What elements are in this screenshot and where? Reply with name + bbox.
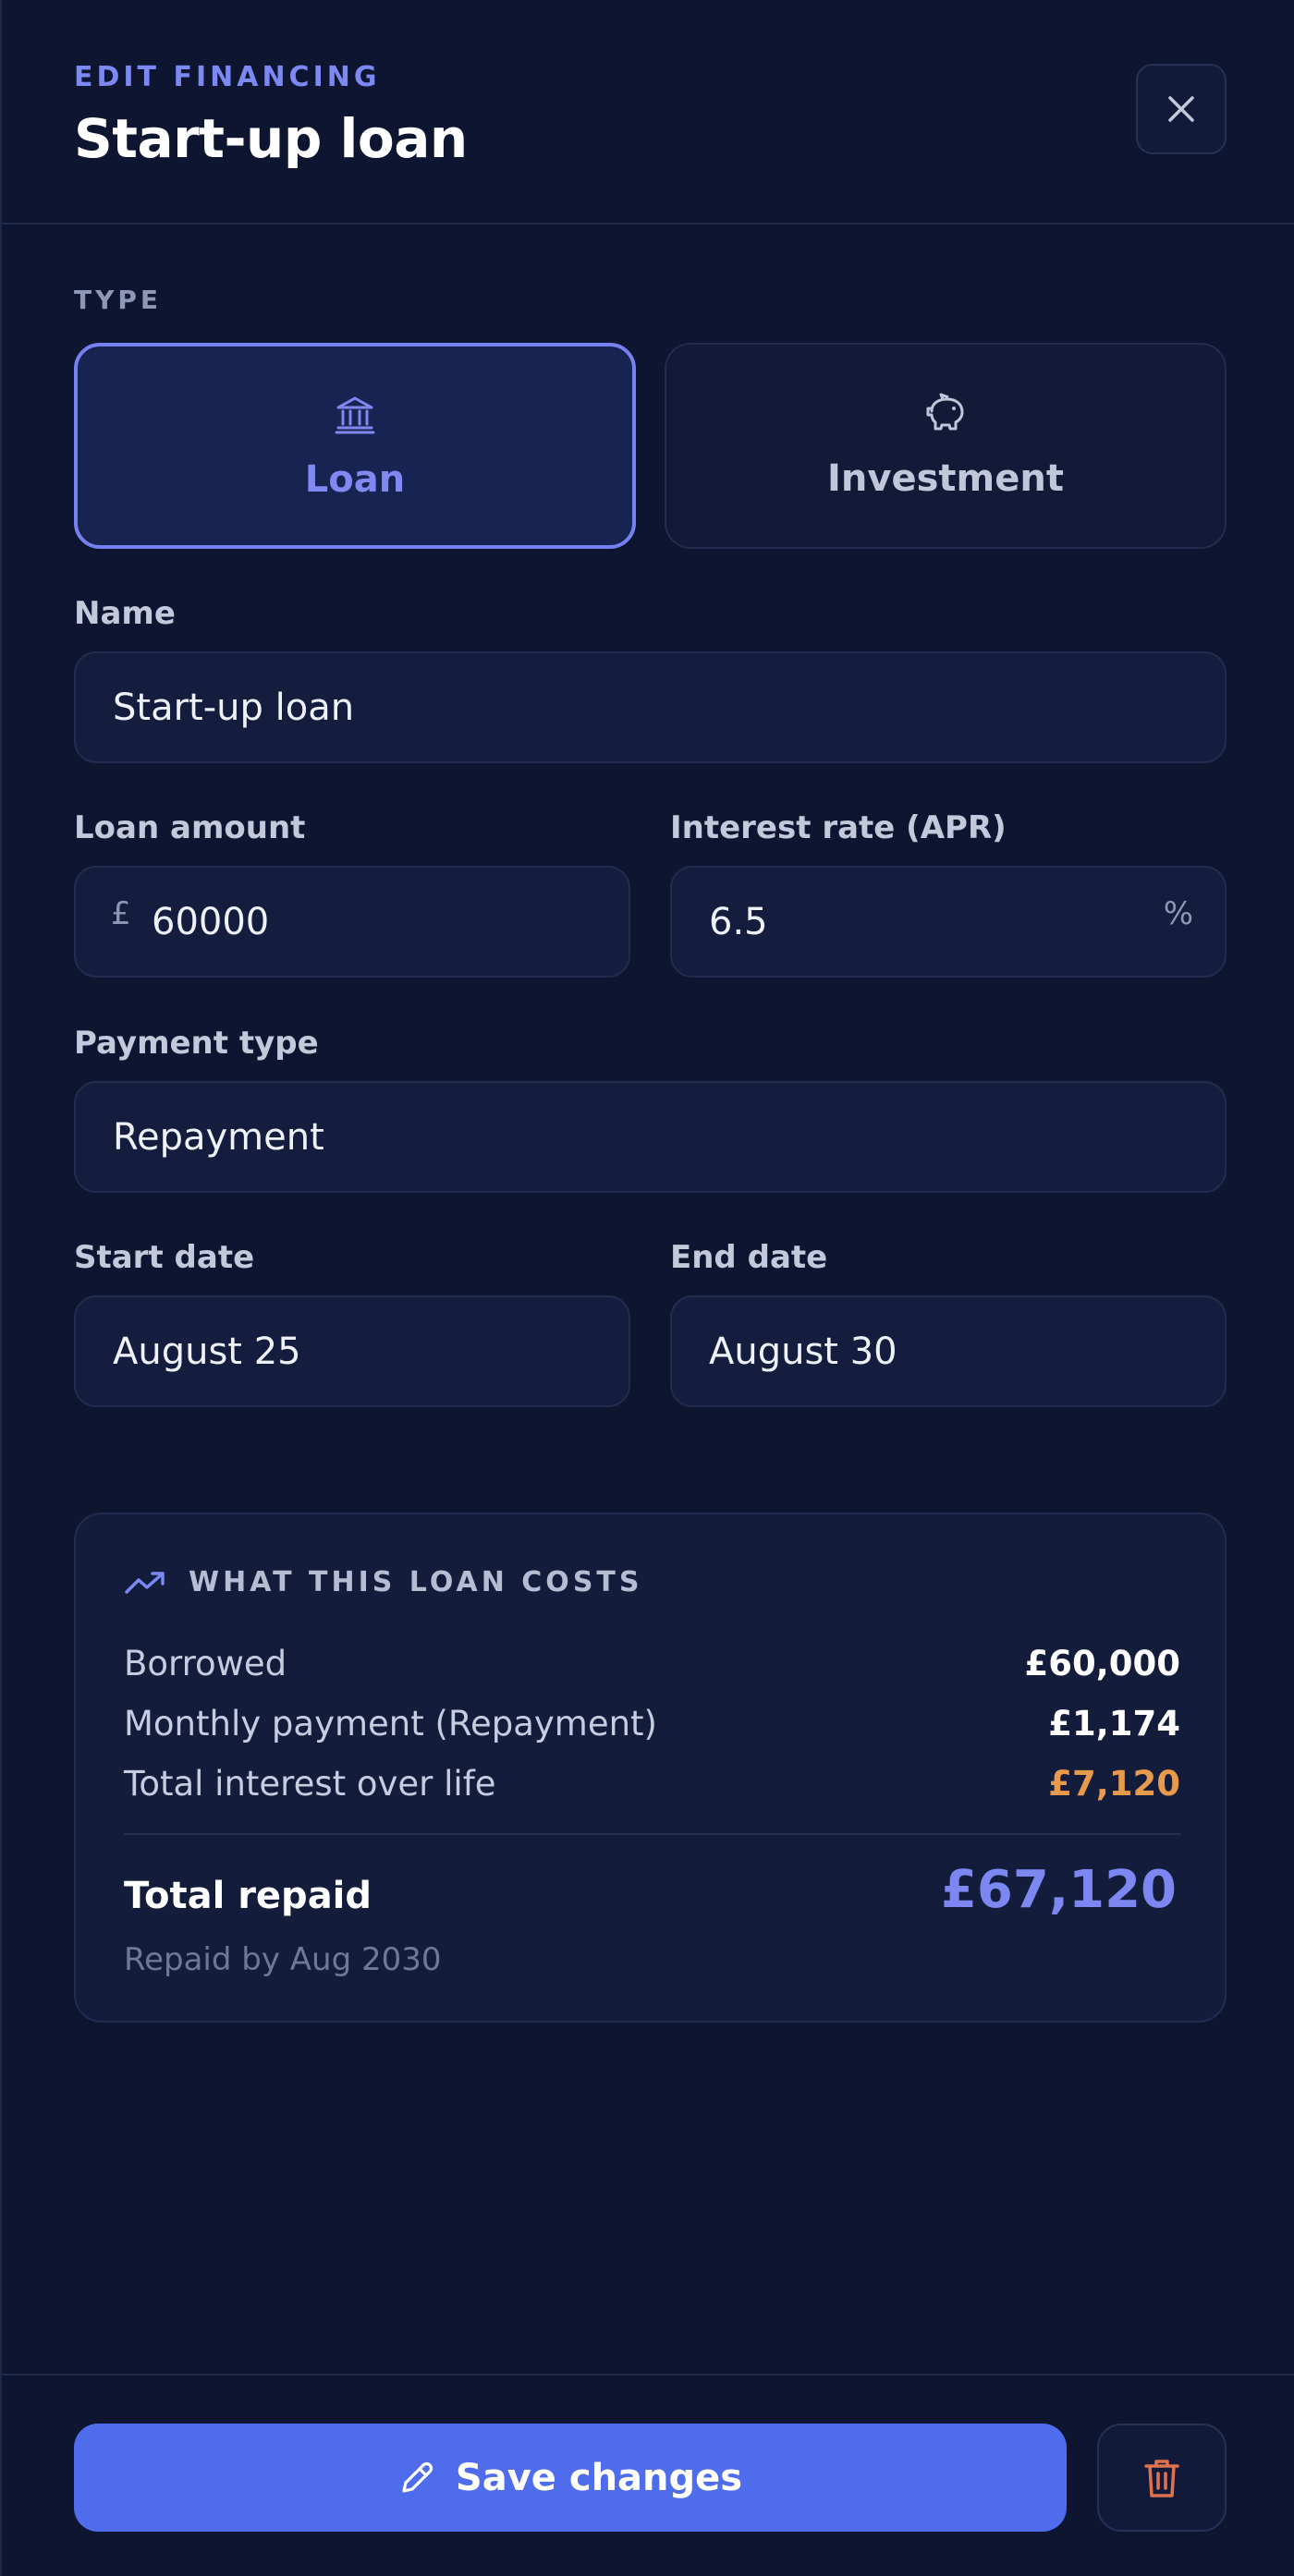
- trending-up-icon: [125, 1571, 165, 1594]
- loan-cost-summary: WHAT THIS LOAN COSTS Borrowed £60,000 Mo…: [74, 1513, 1227, 2023]
- start-date-label: Start date: [74, 1239, 255, 1276]
- total-repaid-label: Total repaid: [124, 1875, 372, 1917]
- close-button[interactable]: [1136, 64, 1227, 154]
- name-input[interactable]: Start-up loan: [74, 651, 1227, 763]
- panel-eyebrow: EDIT FINANCING: [74, 61, 381, 93]
- interest-rate-input[interactable]: 6.5 %: [670, 866, 1227, 978]
- interest-rate-label: Interest rate (APR): [670, 809, 1007, 846]
- summary-row-value: £1,174: [1048, 1704, 1180, 1744]
- type-option-investment[interactable]: Investment: [665, 343, 1227, 549]
- save-changes-button[interactable]: Save changes: [74, 2424, 1067, 2532]
- close-icon: [1168, 96, 1194, 122]
- start-date-input[interactable]: August 25: [74, 1295, 630, 1407]
- summary-row-value: £60,000: [1024, 1644, 1180, 1683]
- save-changes-label: Save changes: [455, 2456, 743, 2499]
- end-date-value: August 30: [709, 1330, 897, 1373]
- delete-button[interactable]: [1097, 2424, 1227, 2532]
- loan-amount-label: Loan amount: [74, 809, 306, 846]
- summary-divider: [124, 1833, 1180, 1835]
- total-repaid-value: £67,120: [940, 1860, 1177, 1920]
- interest-rate-value: 6.5: [709, 900, 768, 943]
- payment-type-value: Repayment: [113, 1115, 324, 1159]
- summary-row-label: Total interest over life: [124, 1764, 496, 1804]
- summary-row-label: Monthly payment (Repayment): [124, 1704, 657, 1744]
- summary-title: WHAT THIS LOAN COSTS: [189, 1566, 643, 1598]
- trash-icon: [1144, 2459, 1179, 2497]
- currency-prefix: £: [111, 895, 131, 932]
- summary-header: WHAT THIS LOAN COSTS: [124, 1566, 643, 1598]
- start-date-value: August 25: [113, 1330, 301, 1373]
- type-section-label: TYPE: [74, 285, 163, 315]
- end-date-input[interactable]: August 30: [670, 1295, 1227, 1407]
- summary-row-value: £7,120: [1048, 1764, 1180, 1804]
- end-date-label: End date: [670, 1239, 828, 1276]
- name-label: Name: [74, 595, 176, 632]
- piggy-bank-icon: [926, 393, 964, 430]
- type-option-loan[interactable]: Loan: [74, 343, 636, 549]
- panel-header: EDIT FINANCING Start-up loan: [2, 0, 1294, 225]
- percent-suffix: %: [1163, 895, 1193, 932]
- loan-amount-value: 60000: [152, 900, 270, 943]
- panel-footer: Save changes: [2, 2374, 1294, 2576]
- name-value: Start-up loan: [113, 686, 355, 729]
- page-title: Start-up loan: [74, 107, 468, 170]
- pencil-icon: [402, 2461, 433, 2493]
- summary-row-label: Borrowed: [124, 1644, 287, 1683]
- type-option-label: Investment: [827, 456, 1064, 500]
- bank-icon: [335, 396, 375, 433]
- type-option-label: Loan: [304, 457, 406, 501]
- loan-amount-input[interactable]: £ 60000: [74, 866, 630, 978]
- edit-financing-panel: EDIT FINANCING Start-up loan TYPE Loan I…: [0, 0, 1294, 2576]
- payment-type-label: Payment type: [74, 1025, 319, 1062]
- summary-row-monthly-payment: Monthly payment (Repayment) £1,174: [124, 1704, 1180, 1744]
- repaid-by-note: Repaid by Aug 2030: [124, 1941, 442, 1978]
- payment-type-select[interactable]: Repayment: [74, 1081, 1227, 1193]
- summary-row-total-interest: Total interest over life £7,120: [124, 1764, 1180, 1804]
- summary-row-borrowed: Borrowed £60,000: [124, 1644, 1180, 1683]
